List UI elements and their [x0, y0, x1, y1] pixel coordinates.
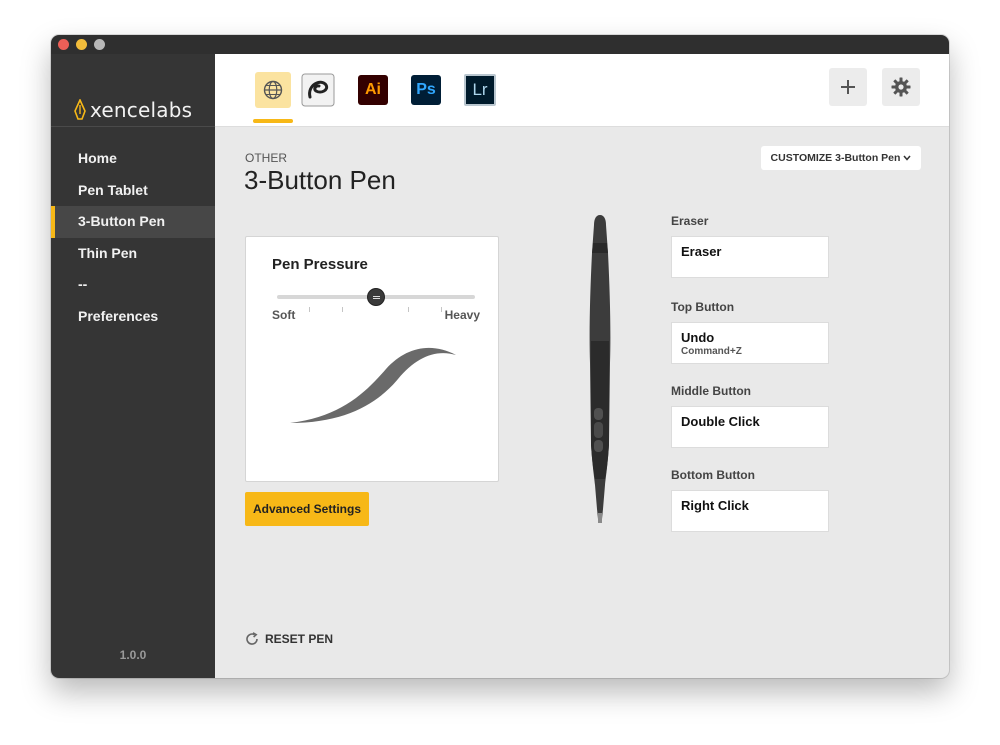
app-tab-global[interactable] [255, 72, 291, 108]
illustrator-icon: Ai [358, 75, 388, 105]
app-tab-photoshop[interactable]: Ps [408, 72, 444, 108]
bottom-button-label: Bottom Button [671, 468, 755, 482]
reset-icon [246, 632, 258, 645]
bottom-button-setting[interactable]: Right Click [671, 490, 829, 532]
photoshop-icon-text: Ps [416, 81, 436, 98]
top-button-value: Undo [681, 330, 715, 345]
plus-icon [841, 80, 855, 94]
sidebar-item-home[interactable]: Home [51, 143, 215, 175]
xencelabs-logo: xencelabs [73, 98, 192, 122]
sidebar-item-3-button-pen[interactable]: 3-Button Pen [51, 206, 215, 238]
app-window: xencelabs Home Pen Tablet 3-Button Pen T… [51, 35, 949, 678]
pressure-slider-thumb[interactable] [367, 288, 385, 306]
photoshop-icon: Ps [411, 75, 441, 105]
sidebar-item-preferences[interactable]: Preferences [51, 301, 215, 333]
app-tab-bar: Ai Ps Lr [215, 54, 949, 127]
pen-nib-logo-icon [74, 99, 86, 120]
add-app-button[interactable] [829, 68, 867, 106]
middle-button-setting[interactable]: Double Click [671, 406, 829, 448]
slider-tick [342, 307, 343, 312]
title-bar [51, 35, 949, 54]
reset-pen-label: RESET PEN [265, 632, 334, 646]
eraser-setting[interactable]: Eraser [671, 236, 829, 278]
clip-studio-icon [301, 73, 335, 107]
advanced-settings-button[interactable]: Advanced Settings [245, 492, 369, 526]
eraser-label: Eraser [671, 214, 709, 228]
active-tab-indicator [253, 119, 293, 123]
page-title: 3-Button Pen [244, 165, 396, 195]
sidebar-item-pen-tablet[interactable]: Pen Tablet [51, 175, 215, 207]
sidebar-nav: Home Pen Tablet 3-Button Pen Thin Pen --… [51, 143, 215, 332]
slider-tick [441, 307, 442, 312]
sidebar-divider [51, 126, 215, 127]
minimize-window-button[interactable] [76, 39, 87, 50]
top-button-shortcut: Command+Z [681, 346, 742, 357]
customize-label: CUSTOMIZE 3-Button Pen [770, 152, 901, 164]
app-tab-clip-studio[interactable] [300, 72, 336, 108]
lightroom-icon-text: Lr [472, 80, 488, 99]
soft-label: Soft [272, 308, 296, 322]
app-tab-lightroom[interactable]: Lr [462, 72, 498, 108]
main-content: OTHER 3-Button Pen CUSTOMIZE 3-Button Pe… [215, 127, 949, 678]
sidebar-item-separator[interactable]: -- [51, 269, 215, 301]
close-window-button[interactable] [58, 39, 69, 50]
lightroom-icon: Lr [464, 74, 496, 106]
version-label: 1.0.0 [119, 648, 147, 662]
illustrator-icon-text: Ai [365, 81, 381, 98]
sidebar: xencelabs Home Pen Tablet 3-Button Pen T… [51, 54, 215, 678]
app-tab-illustrator[interactable]: Ai [355, 72, 391, 108]
middle-button-label: Middle Button [671, 384, 751, 398]
customize-dropdown[interactable]: CUSTOMIZE 3-Button Pen [761, 146, 921, 170]
top-button-label: Top Button [671, 300, 735, 314]
middle-button-value: Double Click [681, 414, 760, 429]
logo-text: xencelabs [90, 98, 193, 122]
heavy-label: Heavy [444, 308, 480, 322]
pen-pressure-card: Pen Pressure Soft Heavy [245, 236, 499, 482]
gear-icon [891, 77, 911, 97]
globe-icon [263, 80, 283, 100]
section-kicker: OTHER [245, 151, 287, 165]
zoom-window-button[interactable] [94, 39, 105, 50]
pen-pressure-title: Pen Pressure [272, 256, 368, 273]
settings-button[interactable] [882, 68, 920, 106]
sidebar-item-thin-pen[interactable]: Thin Pen [51, 238, 215, 270]
pressure-curve-graphic [290, 347, 456, 423]
slider-tick [408, 307, 409, 312]
eraser-value: Eraser [681, 244, 722, 259]
slider-tick [309, 307, 310, 312]
bottom-button-value: Right Click [681, 498, 749, 513]
pen-illustration [589, 215, 611, 523]
reset-pen-button[interactable]: RESET PEN [245, 632, 333, 646]
chevron-down-icon [903, 155, 912, 161]
top-button-setting[interactable]: Undo Command+Z [671, 322, 829, 364]
